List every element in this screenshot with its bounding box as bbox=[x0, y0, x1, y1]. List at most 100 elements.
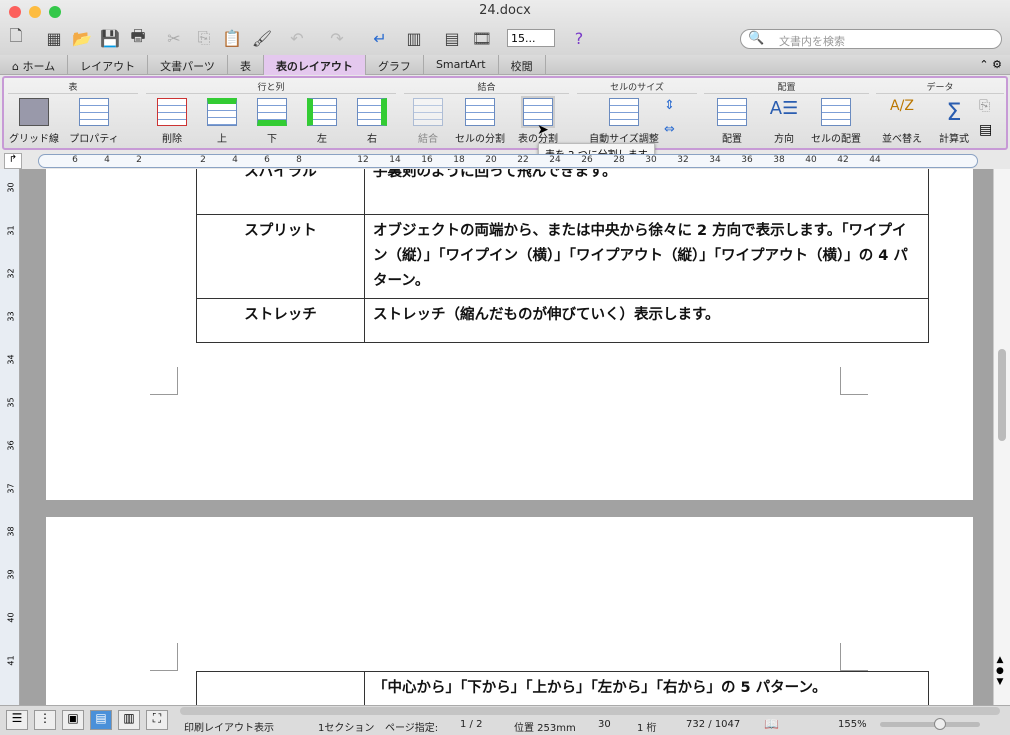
tab-review[interactable]: 校閲 bbox=[499, 55, 546, 75]
ruler-tick: 32 bbox=[6, 268, 16, 279]
gridlines-button[interactable]: グリッド線 bbox=[6, 98, 62, 145]
redo-icon[interactable]: ↷ bbox=[325, 27, 349, 49]
undo-icon[interactable]: ↶ bbox=[285, 27, 309, 49]
sidebar-icon[interactable]: ▥ bbox=[402, 27, 426, 49]
new-document-icon[interactable]: 🗋 bbox=[4, 26, 28, 49]
table-row: ストレッチ ストレッチ（縮んだものが伸びていく）表示します。 bbox=[196, 298, 929, 343]
view-mode-label: 印刷レイアウト表示 bbox=[184, 723, 274, 734]
ruler-tick: 35 bbox=[6, 397, 16, 408]
sort-button[interactable]: A/Z 並べ替え bbox=[874, 98, 930, 145]
gallery-icon[interactable]: ▦ bbox=[42, 27, 66, 49]
insert-right-button[interactable]: 右 bbox=[344, 98, 400, 145]
zoom-slider[interactable] bbox=[880, 718, 980, 730]
focus-view-button[interactable]: ⛶ bbox=[146, 710, 168, 730]
tab-label: ホーム bbox=[22, 60, 56, 73]
ruler-tick: 44 bbox=[869, 155, 881, 165]
label: 配置 bbox=[722, 134, 742, 145]
zoom-slider-knob[interactable] bbox=[934, 718, 946, 730]
collapse-ribbon-icon[interactable]: ⌃ ⚙ bbox=[971, 55, 1010, 74]
ruler-tick bbox=[315, 155, 347, 167]
cell-margins-button[interactable]: セルの配置 bbox=[804, 98, 868, 145]
effect-name[interactable]: スプリット bbox=[196, 214, 365, 299]
convert-table-icon[interactable]: ▤ bbox=[979, 122, 992, 138]
delete-button[interactable]: 削除 bbox=[144, 98, 200, 145]
ruler-tick: 8 bbox=[296, 155, 302, 165]
media-browser-icon[interactable]: 🎞 bbox=[470, 27, 494, 49]
distribute-columns-icon[interactable]: ⇔ bbox=[664, 122, 675, 137]
tab-table-layout[interactable]: 表のレイアウト bbox=[263, 55, 366, 75]
horizontal-ruler[interactable]: 6 4 2 2 4 6 8 12 14 16 18 20 22 24 26 28 30 32 34 36 38 40 42 4… bbox=[38, 154, 978, 168]
notebook-view-button[interactable]: ▥ bbox=[118, 710, 140, 730]
vertical-scrollbar[interactable]: ▲ ● ▼ bbox=[993, 169, 1010, 705]
effect-name[interactable]: スパイラル bbox=[196, 169, 365, 215]
scroll-thumb[interactable] bbox=[998, 349, 1006, 441]
ruler-tick: 42 bbox=[837, 155, 849, 165]
insert-above-button[interactable]: 上 bbox=[194, 98, 250, 145]
label: セルの分割 bbox=[455, 134, 505, 145]
status-bar: ☰ ⋮ ▣ ▤ ▥ ⛶ 印刷レイアウト表示 1セクション ページ指定: 1 / … bbox=[0, 705, 1010, 735]
cut-icon[interactable]: ✂ bbox=[162, 27, 186, 49]
table-row: スプリット オブジェクトの両端から、または中央から徐々に 2 方向で表示します。「… bbox=[196, 214, 929, 299]
ruler-tick bbox=[155, 155, 187, 167]
insert-below-button[interactable]: 下 bbox=[244, 98, 300, 145]
format-painter-icon[interactable]: 🖌 bbox=[250, 27, 274, 49]
repeat-header-icon[interactable]: ⎘ bbox=[979, 98, 990, 114]
tab-tables[interactable]: 表 bbox=[228, 55, 264, 75]
formula-button[interactable]: Σ 計算式 bbox=[926, 98, 982, 145]
effect-name[interactable]: ストレッチ bbox=[196, 298, 365, 343]
paragraph-mark-icon[interactable]: ↵ bbox=[368, 27, 392, 49]
align-button[interactable]: 配置 bbox=[704, 98, 760, 145]
tab-charts[interactable]: グラフ bbox=[366, 55, 424, 75]
distribute-rows-icon[interactable]: ⇕ bbox=[664, 98, 675, 113]
ruler-tick: 14 bbox=[389, 155, 401, 165]
toolbox-icon[interactable]: ▤ bbox=[440, 27, 464, 49]
effect-name[interactable] bbox=[196, 671, 365, 705]
horizontal-scrollbar[interactable] bbox=[180, 707, 1000, 715]
ruler-tick: 33 bbox=[6, 311, 16, 322]
ruler-tick: 40 bbox=[805, 155, 817, 165]
paste-icon[interactable]: 📋 bbox=[220, 27, 244, 49]
ruler-tick: 37 bbox=[6, 483, 16, 494]
page-nav-arrows[interactable]: ▲ ● ▼ bbox=[996, 655, 1004, 688]
ruler-tick: 36 bbox=[6, 440, 16, 451]
autofit-button[interactable]: 自動サイズ調整 bbox=[584, 98, 664, 145]
document-area: スパイラル 手裏剣のように回って飛んできます。 スプリット オブジェクトの両端から、ま… bbox=[20, 169, 993, 705]
print-icon[interactable]: 🖶 bbox=[126, 26, 150, 49]
ruler-tick: 6 bbox=[264, 155, 270, 165]
page-number: 1 / 2 bbox=[460, 719, 483, 730]
group-rows-columns: 行と列 bbox=[146, 80, 396, 94]
save-icon[interactable]: 💾 bbox=[98, 27, 122, 49]
label: 方向 bbox=[774, 134, 794, 145]
effect-description[interactable]: オブジェクトの両端から、または中央から徐々に 2 方向で表示します。「ワイプイン… bbox=[364, 214, 929, 299]
ruler-tick: 38 bbox=[773, 155, 785, 165]
spelling-check-icon[interactable]: 📖 bbox=[764, 717, 779, 731]
zoom-select[interactable]: 15... bbox=[507, 29, 555, 47]
effect-description[interactable]: ストレッチ（縮んだものが伸びていく）表示します。 bbox=[364, 298, 929, 343]
merge-cells-button[interactable]: 結合 bbox=[400, 98, 456, 145]
tab-home[interactable]: ⌂ ホーム bbox=[0, 55, 69, 75]
title-bar: 24.docx 🗋 ▦ 📂 💾 🖶 ✂ ⎘ 📋 🖌 ↶ ↷ ↵ ▥ ▤ 🎞 15… bbox=[0, 0, 1010, 55]
page-2: 「中心から」「下から」「上から」「左から」「右から」の 5 パターン。 bbox=[46, 517, 973, 705]
insert-left-button[interactable]: 左 bbox=[294, 98, 350, 145]
tab-document-elements[interactable]: 文書パーツ bbox=[148, 55, 228, 75]
search-input[interactable]: 文書内を検索 bbox=[740, 29, 1002, 49]
outline-view-button[interactable]: ⋮ bbox=[34, 710, 56, 730]
tab-stop-selector[interactable]: ↱ bbox=[4, 153, 22, 169]
tab-layout[interactable]: レイアウト bbox=[68, 55, 149, 75]
effect-description[interactable]: 「中心から」「下から」「上から」「左から」「右から」の 5 パターン。 bbox=[364, 671, 929, 705]
tab-smartart[interactable]: SmartArt bbox=[424, 55, 499, 75]
print-layout-view-button[interactable]: ▤ bbox=[90, 710, 112, 730]
margin-corner bbox=[150, 367, 178, 395]
draft-view-button[interactable]: ☰ bbox=[6, 710, 28, 730]
open-icon[interactable]: 📂 bbox=[70, 27, 94, 49]
ruler-tick: 18 bbox=[453, 155, 465, 165]
ribbon: 表 行と列 結合 セルのサイズ 配置 データ グリッド線 プロパティ 削除 上 … bbox=[2, 76, 1008, 150]
vertical-ruler[interactable]: 30 31 32 33 34 35 36 37 38 39 40 41 bbox=[0, 169, 20, 705]
table-row: スパイラル 手裏剣のように回って飛んできます。 bbox=[196, 169, 929, 215]
publishing-view-button[interactable]: ▣ bbox=[62, 710, 84, 730]
effect-description[interactable]: 手裏剣のように回って飛んできます。 bbox=[364, 169, 929, 215]
properties-button[interactable]: プロパティ bbox=[66, 98, 122, 145]
copy-icon[interactable]: ⎘ bbox=[192, 27, 216, 49]
split-cells-button[interactable]: セルの分割 bbox=[452, 98, 508, 145]
help-icon[interactable]: ? bbox=[567, 27, 591, 49]
